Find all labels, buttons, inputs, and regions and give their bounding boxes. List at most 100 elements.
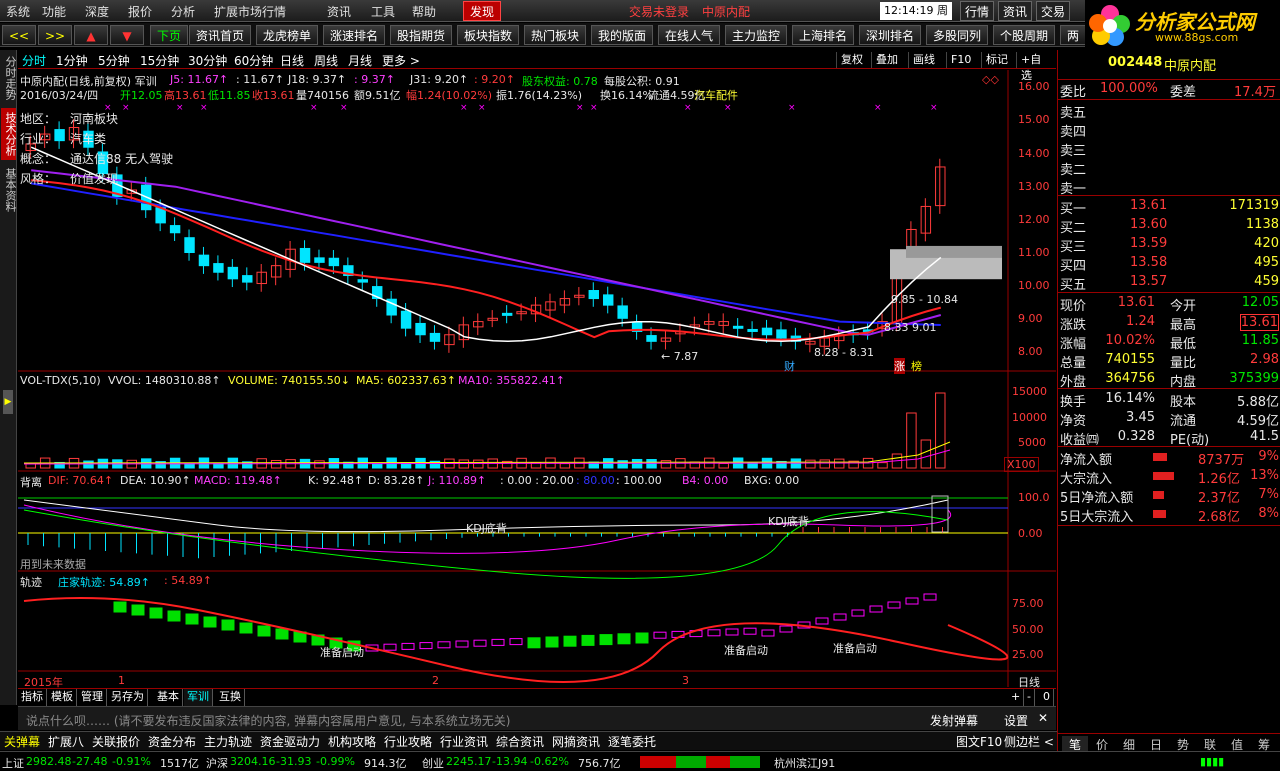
stat-row[interactable]: 净资 3.45 流通 4.59亿 — [1058, 409, 1280, 429]
up-button[interactable]: ▲ — [74, 25, 108, 45]
ask-row[interactable]: 卖二 — [1058, 158, 1280, 178]
multi-stock-button[interactable]: 多股同列 — [926, 25, 989, 45]
news-tab-button[interactable]: 资讯 — [998, 1, 1033, 21]
forward-button[interactable]: >> — [38, 25, 72, 45]
trade-login-status[interactable]: 交易未登录 — [629, 3, 689, 20]
link-institution-guide[interactable]: 机构攻略 — [328, 733, 376, 750]
limit-up-marker[interactable]: 涨 — [894, 358, 905, 374]
reset-button[interactable]: 0 — [1040, 689, 1054, 706]
link-sidebar-toggle[interactable]: 侧边栏 < — [1004, 733, 1054, 750]
close-icon[interactable]: ✕ — [1038, 711, 1048, 725]
finance-marker[interactable]: 财 — [784, 358, 795, 374]
period-intraday[interactable]: 分时 — [22, 52, 46, 69]
ask-row[interactable]: 卖一 — [1058, 177, 1280, 197]
stock-period-button[interactable]: 个股周期 — [993, 25, 1056, 45]
menu-item-news[interactable]: 资讯 — [327, 3, 351, 20]
period-15min[interactable]: 15分钟 — [140, 52, 179, 69]
bid-row[interactable]: 买一 13.61 171319 — [1058, 197, 1280, 217]
zoom-in-button[interactable]: + — [1008, 689, 1025, 706]
back-button[interactable]: << — [2, 25, 36, 45]
menu-item-function[interactable]: 功能 — [42, 3, 66, 20]
bid-row[interactable]: 买五 13.57 459 — [1058, 273, 1280, 293]
link-graphic-f10[interactable]: 图文F10 — [956, 733, 1002, 750]
tab-technical[interactable]: 技术分析 — [1, 108, 17, 160]
link-industry-news[interactable]: 行业资讯 — [440, 733, 488, 750]
menu-item-analysis[interactable]: 分析 — [171, 3, 195, 20]
stat-row[interactable]: 涨跌 1.24 最高 13.61 — [1058, 313, 1280, 333]
more-toolbar-button[interactable]: 两 — [1060, 25, 1087, 45]
menu-item-depth[interactable]: 深度 — [85, 3, 109, 20]
dragon-tiger-button[interactable]: 龙虎榜单 — [256, 25, 319, 45]
link-related-quotes[interactable]: 关联报价 — [92, 733, 140, 750]
tab-manage[interactable]: 管理 — [78, 689, 107, 706]
rank-marker[interactable]: 榜 — [911, 358, 922, 374]
period-60min[interactable]: 60分钟 — [234, 52, 273, 69]
mark-button[interactable]: 标记 — [981, 52, 1012, 68]
trade-tab-button[interactable]: 交易 — [1036, 1, 1071, 21]
flow-row[interactable]: 5日大宗流入 2.68亿 8% — [1058, 505, 1280, 525]
bid-row[interactable]: 买三 13.59 420 — [1058, 235, 1280, 255]
overlay-button[interactable]: 叠加 — [871, 52, 902, 68]
stat-row[interactable]: 现价 13.61 今开 12.05 — [1058, 294, 1280, 314]
online-popularity-button[interactable]: 在线人气 — [658, 25, 721, 45]
period-monthly[interactable]: 月线 — [348, 52, 372, 69]
menu-item-ext-market[interactable]: 扩展市场行情 — [214, 3, 286, 20]
danmaku-input[interactable]: 说点什么呗…… (请不要发布违反国家法律的内容, 弹幕内容属用户意见, 与本系统… — [26, 712, 510, 729]
link-industry-guide[interactable]: 行业攻略 — [384, 733, 432, 750]
flow-row[interactable]: 净流入额 8737万 9% — [1058, 448, 1280, 468]
menu-item-tools[interactable]: 工具 — [371, 3, 395, 20]
flow-row[interactable]: 大宗流入 1.26亿 13% — [1058, 467, 1280, 487]
quote-tab-button[interactable]: 行情 — [960, 1, 995, 21]
link-fund-distribution[interactable]: 资金分布 — [148, 733, 196, 750]
ask-row[interactable]: 卖四 — [1058, 120, 1280, 140]
tab-save-as[interactable]: 另存为 — [108, 689, 148, 706]
main-force-button[interactable]: 主力监控 — [725, 25, 788, 45]
danmaku-settings-button[interactable]: 设置 — [1004, 712, 1028, 729]
link-general-news[interactable]: 综合资讯 — [496, 733, 544, 750]
stat-row[interactable]: 外盘 364756 内盘 375399 — [1058, 370, 1280, 390]
link-main-track[interactable]: 主力轨迹 — [204, 733, 252, 750]
link-close-danmaku[interactable]: 关弹幕 — [4, 733, 40, 750]
link-fund-drive[interactable]: 资金驱动力 — [260, 733, 320, 750]
add-watchlist-button[interactable]: +自选 — [1016, 52, 1056, 82]
tab-fundamentals[interactable]: 基本资料 — [1, 164, 17, 216]
tab-indicator[interactable]: 指标 — [18, 689, 47, 706]
menu-item-help[interactable]: 帮助 — [412, 3, 436, 20]
menu-item-quote[interactable]: 报价 — [128, 3, 152, 20]
chart-area[interactable]: 中原内配(日线,前复权) 军训 J5: 11.67↑ : 11.67↑ J18:… — [18, 70, 1056, 689]
stat-row[interactable]: 换手 16.14% 股本 5.88亿 — [1058, 390, 1280, 410]
down-button[interactable]: ▼ — [110, 25, 144, 45]
stat-row[interactable]: 收益㈣ 0.328 PE(动) 41.5 — [1058, 428, 1280, 448]
period-1min[interactable]: 1分钟 — [56, 52, 88, 69]
link-tick-orders[interactable]: 逐笔委托 — [608, 733, 656, 750]
tab-training[interactable]: 军训 — [184, 689, 213, 706]
link-digest-news[interactable]: 网摘资讯 — [552, 733, 600, 750]
period-30min[interactable]: 30分钟 — [188, 52, 227, 69]
tab-intraday[interactable]: 分时走势 — [1, 52, 17, 104]
tab-template[interactable]: 模板 — [48, 689, 77, 706]
tab-swap[interactable]: 互换 — [216, 689, 245, 706]
next-page-button[interactable]: 下页 — [150, 25, 189, 45]
send-danmaku-button[interactable]: 发射弹幕 — [930, 712, 978, 729]
draw-line-button[interactable]: 画线 — [908, 52, 939, 68]
bid-row[interactable]: 买四 13.58 495 — [1058, 254, 1280, 274]
hot-sector-button[interactable]: 热门板块 — [524, 25, 587, 45]
shenzhen-rank-button[interactable]: 深圳排名 — [859, 25, 922, 45]
link-ext-eight[interactable]: 扩展八 — [48, 733, 84, 750]
my-layout-button[interactable]: 我的版面 — [591, 25, 654, 45]
index-futures-button[interactable]: 股指期货 — [390, 25, 453, 45]
f10-button[interactable]: F10 — [946, 52, 975, 68]
tab-basic[interactable]: 基本 — [154, 689, 183, 706]
period-daily[interactable]: 日线 — [280, 52, 304, 69]
ask-row[interactable]: 卖五 — [1058, 101, 1280, 121]
bid-row[interactable]: 买二 13.60 1138 — [1058, 216, 1280, 236]
rise-rank-button[interactable]: 涨速排名 — [323, 25, 386, 45]
shanghai-rank-button[interactable]: 上海排名 — [792, 25, 855, 45]
period-weekly[interactable]: 周线 — [314, 52, 338, 69]
discover-button[interactable]: 发现 — [463, 1, 502, 21]
stat-row[interactable]: 涨幅 10.02% 最低 11.85 — [1058, 332, 1280, 352]
collapse-handle-icon[interactable]: ▶ — [3, 390, 13, 414]
adjust-button[interactable]: 复权 — [836, 52, 867, 68]
zoom-out-button[interactable]: - — [1024, 689, 1035, 706]
sector-index-button[interactable]: 板块指数 — [457, 25, 520, 45]
